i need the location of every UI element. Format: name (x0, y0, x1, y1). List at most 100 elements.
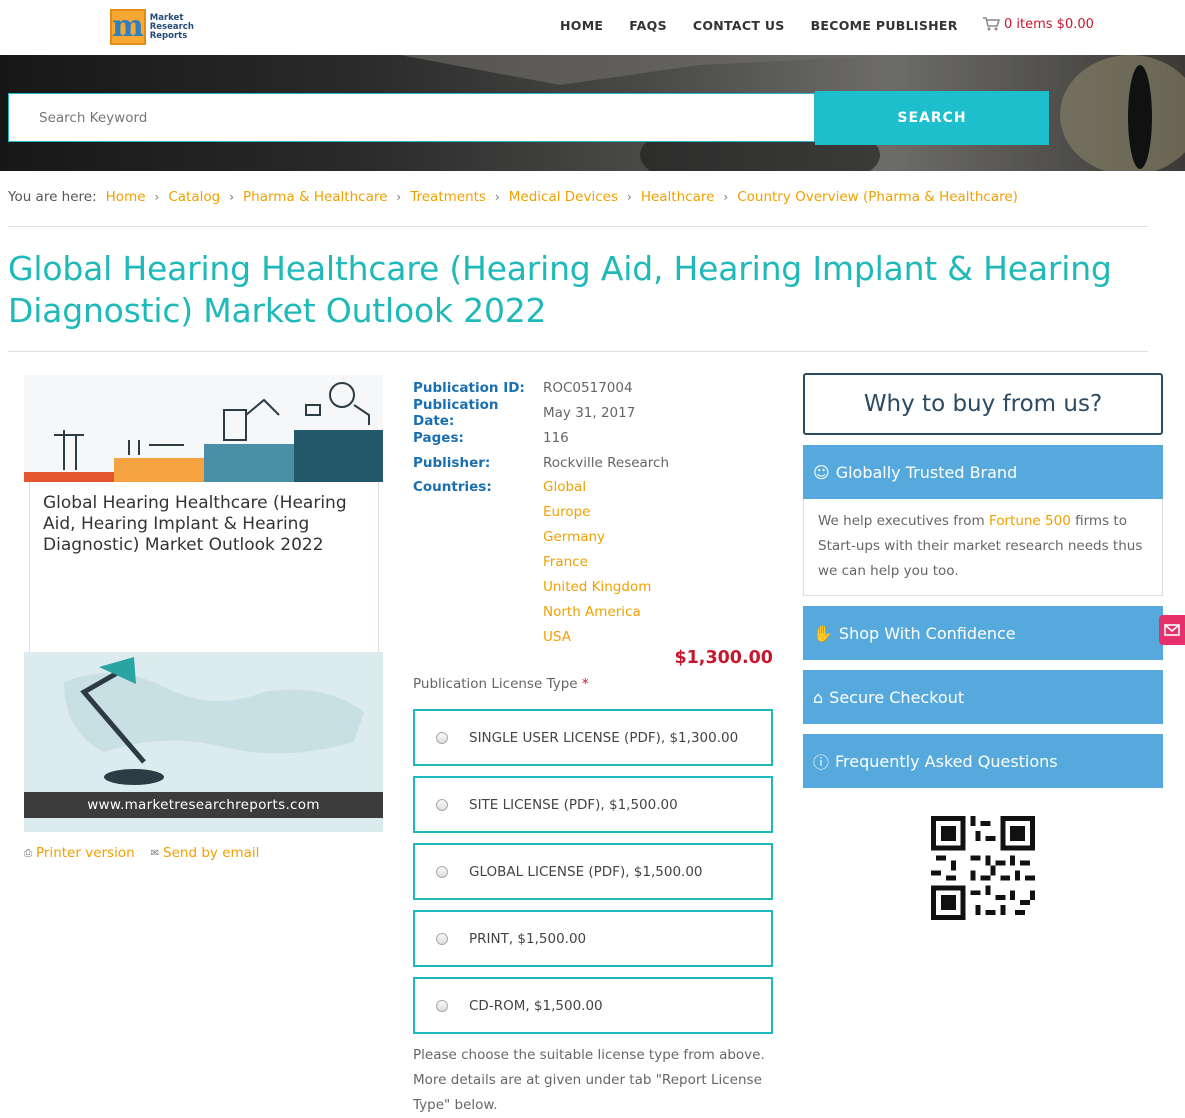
faq-panel[interactable]: ⓘ Frequently Asked Questions (803, 734, 1163, 788)
radio-button[interactable] (436, 865, 448, 878)
breadcrumb-catalog[interactable]: Catalog (168, 189, 220, 205)
trusted-brand-body: We help executives from Fortune 500 firm… (803, 499, 1163, 596)
breadcrumb-pharma-healthcare[interactable]: Pharma & Healthcare (243, 189, 387, 205)
license-option-global[interactable]: GLOBAL LICENSE (PDF), $1,500.00 (413, 843, 773, 900)
detail-label: Countries: (413, 479, 492, 495)
page-title: Global Hearing Healthcare (Hearing Aid, … (8, 249, 1112, 330)
chevron-right-icon: › (723, 190, 729, 204)
breadcrumb-prefix: You are here: (8, 189, 97, 205)
cover-bottom-strip (24, 818, 383, 832)
chevron-right-icon: › (494, 190, 500, 204)
nav-home[interactable]: HOME (560, 18, 603, 33)
country-link[interactable]: North America (543, 600, 651, 625)
country-link[interactable]: USA (543, 625, 651, 650)
country-link[interactable]: Germany (543, 525, 651, 550)
why-buy-heading: Why to buy from us? (803, 373, 1163, 435)
search-button[interactable]: SEARCH (815, 91, 1049, 145)
printer-version-label: Printer version (36, 845, 135, 861)
divider (8, 226, 1148, 227)
detail-label: Pages: (413, 429, 464, 446)
license-option-label: GLOBAL LICENSE (PDF), $1,500.00 (469, 863, 703, 880)
users-icon: ☺ (813, 462, 830, 482)
panel-title: Frequently Asked Questions (835, 751, 1058, 771)
license-option-label: PRINT, $1,500.00 (469, 930, 587, 947)
main-nav: HOME FAQS CONTACT US BECOME PUBLISHER (560, 18, 984, 33)
cart-icon (983, 17, 1000, 31)
nav-contact-us[interactable]: CONTACT US (693, 18, 785, 33)
qr-code-image (931, 816, 1035, 920)
detail-row-countries: Countries: Global Europe Germany France … (413, 475, 773, 650)
send-by-email-label: Send by email (163, 845, 260, 861)
chevron-right-icon: › (229, 190, 235, 204)
logo-mark: m (110, 9, 146, 45)
breadcrumb-home[interactable]: Home (106, 189, 146, 205)
breadcrumb-healthcare[interactable]: Healthcare (641, 189, 715, 205)
country-link[interactable]: Europe (543, 500, 651, 525)
secure-checkout-panel[interactable]: ⌂ Secure Checkout (803, 670, 1163, 724)
breadcrumb-medical-devices[interactable]: Medical Devices (509, 189, 618, 205)
country-link[interactable]: Global (543, 475, 651, 500)
report-price: $1,300.00 (674, 648, 773, 668)
cover-url: www.marketresearchreports.com (24, 792, 383, 818)
detail-row-publication-date: Publication Date: May 31, 2017 (413, 397, 773, 429)
body-text: We help executives from (818, 513, 989, 529)
fortune-500-link[interactable]: Fortune 500 (989, 513, 1071, 529)
license-label-text: Publication License Type (413, 676, 578, 692)
panel-title: Shop With Confidence (838, 623, 1016, 643)
publisher-value: Rockville Research (543, 454, 670, 471)
detail-label: Publisher: (413, 454, 491, 471)
license-type-label: Publication License Type * (413, 676, 589, 692)
license-option-print[interactable]: PRINT, $1,500.00 (413, 910, 773, 967)
globally-trusted-brand-panel[interactable]: ☺ Globally Trusted Brand (803, 445, 1163, 499)
chevron-right-icon: › (396, 190, 402, 204)
detail-label: Publication Date: (413, 396, 499, 429)
country-link[interactable]: United Kingdom (543, 575, 651, 600)
radio-button[interactable] (436, 798, 448, 811)
search-input[interactable]: Search Keyword (8, 93, 815, 142)
question-circle-icon: ⓘ (813, 753, 830, 772)
radio-button[interactable] (436, 731, 448, 744)
license-option-label: SITE LICENSE (PDF), $1,500.00 (469, 796, 678, 813)
country-list: Global Europe Germany France United King… (543, 475, 651, 650)
publication-date-value: May 31, 2017 (543, 404, 636, 421)
license-option-label: CD-ROM, $1,500.00 (469, 997, 603, 1014)
logo-text: Market Research Reports (149, 12, 194, 41)
cart-link[interactable]: 0 items $0.00 (982, 16, 1094, 32)
cover-industry-graphic (24, 375, 383, 482)
email-icon: ✉ (150, 847, 160, 859)
breadcrumb-country-overview[interactable]: Country Overview (Pharma & Healthcare) (737, 189, 1018, 205)
required-marker: * (581, 676, 589, 692)
license-option-cd-rom[interactable]: CD-ROM, $1,500.00 (413, 977, 773, 1034)
send-by-email-link[interactable]: ✉ Send by email (151, 845, 260, 861)
chevron-right-icon: › (627, 190, 632, 204)
divider (8, 351, 1148, 352)
pages-value: 116 (543, 429, 569, 446)
panel-title: Globally Trusted Brand (835, 462, 1018, 482)
report-tools: ⎙ Printer version ✉ Send by email (24, 845, 259, 861)
cover-title: Global Hearing Healthcare (Hearing Aid, … (43, 493, 347, 555)
license-option-site[interactable]: SITE LICENSE (PDF), $1,500.00 (413, 776, 773, 833)
report-cover-image: Global Hearing Healthcare (Hearing Aid, … (24, 375, 383, 832)
publication-id-value: ROC0517004 (543, 379, 633, 396)
chevron-right-icon: › (154, 190, 160, 204)
detail-row-pages: Pages: 116 (413, 425, 773, 450)
nav-become-publisher[interactable]: BECOME PUBLISHER (811, 18, 958, 33)
cover-map-lamp-graphic (24, 652, 383, 792)
panel-title: Secure Checkout (829, 687, 965, 707)
license-option-label: SINGLE USER LICENSE (PDF), $1,300.00 (469, 729, 739, 746)
printer-icon: ⎙ (24, 847, 32, 859)
radio-button[interactable] (436, 999, 448, 1012)
site-logo[interactable]: m Market Research Reports (110, 8, 194, 46)
email-tab-button[interactable] (1159, 615, 1185, 645)
detail-row-publisher: Publisher: Rockville Research (413, 450, 773, 475)
breadcrumb-treatments[interactable]: Treatments (410, 189, 486, 205)
country-link[interactable]: France (543, 550, 651, 575)
search-banner: Search Keyword SEARCH (0, 55, 1185, 171)
cart-icon: ⌂ (813, 687, 824, 707)
nav-faqs[interactable]: FAQS (629, 18, 667, 33)
printer-version-link[interactable]: ⎙ Printer version (24, 845, 135, 861)
license-option-single-user[interactable]: SINGLE USER LICENSE (PDF), $1,300.00 (413, 709, 773, 766)
shop-with-confidence-panel[interactable]: ✋ Shop With Confidence (803, 606, 1163, 660)
radio-button[interactable] (436, 932, 448, 945)
thumbs-up-icon: ✋ (813, 623, 833, 643)
